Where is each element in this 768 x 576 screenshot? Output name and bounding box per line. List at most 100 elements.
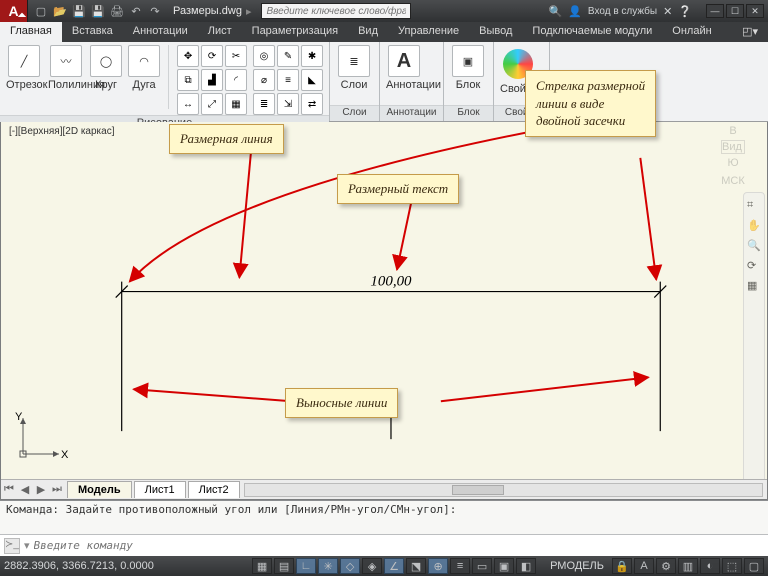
signin-label[interactable]: Вход в службы [588, 6, 657, 17]
status-lwt-icon[interactable]: ≡ [450, 558, 470, 574]
status-ducs-icon[interactable]: ⬔ [406, 558, 426, 574]
qat-saveas-icon[interactable]: 💾 [90, 3, 106, 19]
trim-icon[interactable]: ✂ [225, 45, 247, 67]
chamfer-icon[interactable]: ◣ [301, 69, 323, 91]
status-snap-icon[interactable]: ▦ [252, 558, 272, 574]
status-sc-icon[interactable]: ◧ [516, 558, 536, 574]
help-icon[interactable]: ❔ [678, 5, 692, 18]
qat-undo-icon[interactable]: ↶ [128, 3, 144, 19]
tab-online[interactable]: Онлайн [662, 22, 721, 42]
status-osnap-icon[interactable]: ◇ [340, 558, 360, 574]
copy-icon[interactable]: ⧉ [177, 69, 199, 91]
tab-insert[interactable]: Вставка [62, 22, 123, 42]
showmotion-icon[interactable]: ▦ [747, 279, 761, 293]
tab-layout[interactable]: Лист [198, 22, 242, 42]
tab-parametric[interactable]: Параметризация [242, 22, 348, 42]
document-title: Размеры.dwg [173, 5, 242, 17]
status-otrack-icon[interactable]: ∠ [384, 558, 404, 574]
status-3dosnap-icon[interactable]: ◈ [362, 558, 382, 574]
viewcube[interactable]: ВВид Ю МСК [703, 126, 763, 186]
status-ann-icon[interactable]: 🔒 [612, 558, 632, 574]
tab-home[interactable]: Главная [0, 22, 62, 42]
app-menu-button[interactable]: A [0, 0, 28, 22]
line-button[interactable]: ╱Отрезок [6, 45, 42, 91]
polyline-label: Полилиния [48, 79, 84, 91]
polyline-button[interactable]: 〰Полилиния [48, 45, 84, 91]
layers-button[interactable]: ≣Слои [336, 45, 372, 91]
pan-icon[interactable]: ✋ [747, 219, 761, 233]
move-icon[interactable]: ✥ [177, 45, 199, 67]
fullnav-icon[interactable]: ⌗ [747, 199, 761, 213]
status-annoscale-icon[interactable]: A [634, 558, 654, 574]
tab-output[interactable]: Вывод [469, 22, 522, 42]
text-button[interactable]: AАннотации [386, 45, 422, 91]
qat-save-icon[interactable]: 💾 [71, 3, 87, 19]
minimize-button[interactable]: — [706, 4, 724, 18]
status-clean-icon[interactable]: ▢ [744, 558, 764, 574]
navigation-bar[interactable]: ⌗ ✋ 🔍 ⟳ ▦ [743, 192, 765, 495]
command-input[interactable] [34, 539, 764, 552]
join-icon[interactable]: ⌀ [253, 69, 275, 91]
zoom-icon[interactable]: 🔍 [747, 239, 761, 253]
layout1-tab[interactable]: Лист1 [134, 481, 186, 498]
hscrollbar[interactable] [244, 483, 763, 497]
fillet-icon[interactable]: ◜ [225, 69, 247, 91]
circle-button[interactable]: ◯Круг [90, 45, 122, 91]
qat-redo-icon[interactable]: ↷ [147, 3, 163, 19]
status-qp-icon[interactable]: ▣ [494, 558, 514, 574]
tab-manage[interactable]: Управление [388, 22, 469, 42]
layout2-tab[interactable]: Лист2 [188, 481, 240, 498]
status-dyn-icon[interactable]: ⊕ [428, 558, 448, 574]
tab-plugins[interactable]: Подключаемые модули [522, 22, 662, 42]
ucs-icon: X Y [15, 412, 65, 465]
status-grid-icon[interactable]: ▤ [274, 558, 294, 574]
maximize-button[interactable]: ☐ [726, 4, 744, 18]
tab-expander[interactable]: ◰▾ [732, 22, 768, 42]
lengthen-icon[interactable]: ⇲ [277, 93, 299, 115]
status-tpy-icon[interactable]: ▭ [472, 558, 492, 574]
qat-plot-icon[interactable]: 🖨 [109, 3, 125, 19]
orbit-icon[interactable]: ⟳ [747, 259, 761, 273]
tab-last-icon[interactable]: ⏭ [49, 483, 65, 496]
infocenter-search-icon[interactable]: 🔍 [549, 5, 563, 18]
array-icon[interactable]: ▦ [225, 93, 247, 115]
tab-first-icon[interactable]: ⏮ [1, 483, 17, 496]
qat-open-icon[interactable]: 📂 [52, 3, 68, 19]
tab-view[interactable]: Вид [348, 22, 388, 42]
model-tab[interactable]: Модель [67, 481, 132, 498]
status-model-label[interactable]: РМОДЕЛЬ [544, 560, 610, 572]
search-input[interactable] [261, 3, 411, 19]
status-hw-icon[interactable]: ◐ [700, 558, 720, 574]
qat-new-icon[interactable]: ▢ [33, 3, 49, 19]
quick-access-toolbar: ▢ 📂 💾 💾 🖨 ↶ ↷ [33, 3, 163, 19]
status-iso-icon[interactable]: ⬚ [722, 558, 742, 574]
status-ws-icon[interactable]: ⚙ [656, 558, 676, 574]
tab-next-icon[interactable]: ▶ [33, 483, 49, 496]
stretch-icon[interactable]: ↔ [177, 93, 199, 115]
signin-icon[interactable]: 👤 [568, 5, 582, 18]
status-ortho-icon[interactable]: ∟ [296, 558, 316, 574]
tab-annotate[interactable]: Аннотации [123, 22, 198, 42]
arc-button[interactable]: ◠Дуга [128, 45, 160, 91]
panel-layers-title: Слои [330, 105, 379, 121]
scale-icon[interactable]: ⤢ [201, 93, 223, 115]
close-button[interactable]: ✕ [746, 4, 764, 18]
mirror-icon[interactable]: ▟ [201, 69, 223, 91]
tab-prev-icon[interactable]: ◀ [17, 483, 33, 496]
reverse-icon[interactable]: ⇄ [301, 93, 323, 115]
align-icon[interactable]: ≣ [253, 93, 275, 115]
coordinates-readout[interactable]: 2882.3906, 3366.7213, 0.0000 [4, 560, 154, 572]
command-line: ≻_ ▾ [0, 534, 768, 556]
drawing-area[interactable]: [-][Верхняя][2D каркас] ВВид Ю МСК ⌗ ✋ 🔍… [0, 122, 768, 500]
status-toolbar-icon[interactable]: ▥ [678, 558, 698, 574]
block-button[interactable]: ▣Блок [450, 45, 486, 91]
break-icon[interactable]: ≡ [277, 69, 299, 91]
explode-icon[interactable]: ✱ [301, 45, 323, 67]
exchange-icon[interactable]: ✕ [663, 5, 672, 18]
command-glyph-icon[interactable]: ≻_ [4, 538, 20, 554]
erase-icon[interactable]: ✎ [277, 45, 299, 67]
offset-icon[interactable]: ◎ [253, 45, 275, 67]
status-polar-icon[interactable]: ✳ [318, 558, 338, 574]
rotate-icon[interactable]: ⟳ [201, 45, 223, 67]
viewport-label[interactable]: [-][Верхняя][2D каркас] [9, 126, 114, 137]
